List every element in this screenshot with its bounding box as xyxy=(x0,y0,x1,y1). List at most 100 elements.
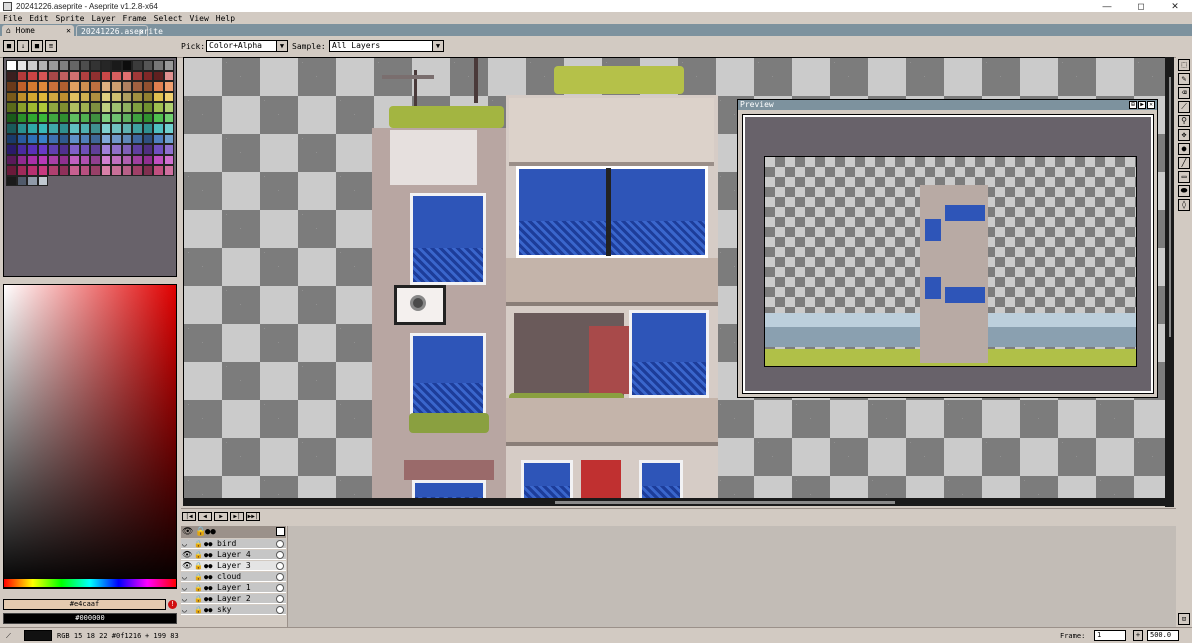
palette-swatch[interactable] xyxy=(100,133,111,144)
pencil-tool-icon[interactable]: ✎ xyxy=(1178,73,1190,85)
palette-swatch[interactable] xyxy=(69,133,80,144)
menu-view[interactable]: View xyxy=(190,14,209,23)
eye-closed-icon[interactable]: ◡ xyxy=(182,539,187,549)
palette-swatch[interactable] xyxy=(48,133,59,144)
menu-edit[interactable]: Edit xyxy=(29,14,48,23)
palette-swatch[interactable] xyxy=(37,102,48,113)
palette-swatch[interactable] xyxy=(100,144,111,155)
palette-swatch[interactable] xyxy=(16,144,27,155)
palette-swatch[interactable] xyxy=(153,165,164,176)
continuous-icon[interactable]: ●● xyxy=(204,572,212,582)
lock-icon[interactable]: 🔒 xyxy=(194,572,203,582)
palette-swatch[interactable] xyxy=(111,123,122,134)
palette-swatch[interactable] xyxy=(163,60,174,71)
palette-swatch[interactable] xyxy=(111,112,122,123)
cel-icon[interactable] xyxy=(276,551,284,559)
lock-icon[interactable]: 🔒 xyxy=(194,539,203,549)
scroll-thumb[interactable] xyxy=(555,501,895,504)
lock-icon[interactable]: 🔒 xyxy=(194,583,203,593)
fill-tool-icon[interactable]: ● xyxy=(1178,143,1190,155)
palette-swatch[interactable] xyxy=(100,81,111,92)
palette-swatch[interactable] xyxy=(121,70,132,81)
palette-swatch[interactable] xyxy=(111,60,122,71)
preview-play-button[interactable]: ▶ xyxy=(1138,101,1146,109)
palette-swatch[interactable] xyxy=(121,112,132,123)
cel-icon[interactable] xyxy=(276,562,284,570)
palette-swatch[interactable] xyxy=(121,165,132,176)
palette-swatch[interactable] xyxy=(121,154,132,165)
palette-swatch[interactable] xyxy=(121,133,132,144)
palette-swatch[interactable] xyxy=(142,81,153,92)
palette-swatch[interactable] xyxy=(69,123,80,134)
marquee-tool-icon[interactable]: ⬚ xyxy=(1178,59,1190,71)
palette-swatch[interactable] xyxy=(69,102,80,113)
palette-swatch[interactable] xyxy=(132,60,143,71)
close-button[interactable]: ✕ xyxy=(1158,0,1192,12)
palette-swatch[interactable] xyxy=(58,165,69,176)
layer-row[interactable]: 👁 🔒 ●● Layer 3 xyxy=(181,561,286,571)
palette-swatch[interactable] xyxy=(6,123,17,134)
layer-row[interactable]: ◡ 🔒 ●● cloud xyxy=(181,572,286,582)
palette-swatch[interactable] xyxy=(111,91,122,102)
frame-input[interactable]: 1 xyxy=(1094,630,1126,641)
palette-swatch[interactable] xyxy=(79,102,90,113)
palette-swatch[interactable] xyxy=(163,165,174,176)
palette-swatch[interactable] xyxy=(142,91,153,102)
palette-swatch[interactable] xyxy=(100,123,111,134)
previous-frame-button[interactable]: ◀ xyxy=(198,512,212,521)
zoom-tool-icon[interactable]: ⚲ xyxy=(1178,115,1190,127)
palette-swatch[interactable] xyxy=(16,91,27,102)
palette-swatch[interactable] xyxy=(27,81,38,92)
lock-icon[interactable]: 🔒 xyxy=(194,594,203,604)
palette-swatch[interactable] xyxy=(6,91,17,102)
menu-layer[interactable]: Layer xyxy=(91,14,115,23)
continuous-icon[interactable]: ●● xyxy=(204,583,212,593)
vertical-scrollbar[interactable] xyxy=(1165,57,1174,507)
palette-swatch[interactable] xyxy=(163,91,174,102)
continuous-icon[interactable]: ●● xyxy=(204,594,212,604)
palette-swatch[interactable] xyxy=(58,112,69,123)
last-frame-button[interactable]: ▶▶| xyxy=(246,512,260,521)
palette-swatch[interactable] xyxy=(16,154,27,165)
minimize-button[interactable]: — xyxy=(1090,0,1124,12)
layer-row[interactable]: ◡ 🔒 ●● Layer 1 xyxy=(181,583,286,593)
palette-swatch[interactable] xyxy=(121,144,132,155)
sample-select[interactable]: All Layers ▼ xyxy=(329,40,444,52)
panel-toggle-icon[interactable]: ⊡ xyxy=(1178,613,1190,625)
palette-swatch[interactable] xyxy=(90,70,101,81)
palette-swatch[interactable] xyxy=(16,175,27,186)
palette-swatch[interactable] xyxy=(6,144,17,155)
continuous-icon[interactable]: ●● xyxy=(204,561,212,571)
palette-swatch[interactable] xyxy=(48,102,59,113)
horizontal-scrollbar[interactable] xyxy=(183,498,1174,506)
blur-tool-icon[interactable]: ◊ xyxy=(1178,199,1190,211)
palette-swatch[interactable] xyxy=(153,144,164,155)
menu-select[interactable]: Select xyxy=(154,14,183,23)
palette-swatch[interactable] xyxy=(69,112,80,123)
palette-swatch[interactable] xyxy=(16,70,27,81)
palette-swatch[interactable] xyxy=(142,70,153,81)
palette-swatch[interactable] xyxy=(153,70,164,81)
maximize-button[interactable]: ◻ xyxy=(1124,0,1158,12)
palette-swatch[interactable] xyxy=(100,102,111,113)
ellipse-tool-icon[interactable]: ⬬ xyxy=(1178,185,1190,197)
palette-swatch[interactable] xyxy=(58,91,69,102)
palette-swatch[interactable] xyxy=(132,70,143,81)
palette-swatch[interactable] xyxy=(79,154,90,165)
palette-swatch[interactable] xyxy=(100,112,111,123)
lock-icon[interactable]: 🔒 xyxy=(194,605,203,615)
palette-swatch[interactable] xyxy=(90,154,101,165)
palette-swatch[interactable] xyxy=(111,81,122,92)
cel-icon[interactable] xyxy=(276,595,284,603)
continuous-icon[interactable]: ●● xyxy=(204,550,212,560)
rectangle-tool-icon[interactable]: ▭ xyxy=(1178,171,1190,183)
palette-swatch[interactable] xyxy=(132,144,143,155)
layer-row[interactable]: ◡ 🔒 ●● bird xyxy=(181,539,286,549)
palette-swatch[interactable] xyxy=(27,175,38,186)
palette-swatch[interactable] xyxy=(163,133,174,144)
palette-swatch[interactable] xyxy=(58,154,69,165)
palette-swatch[interactable] xyxy=(90,133,101,144)
palette-swatch[interactable] xyxy=(90,81,101,92)
palette-swatch[interactable] xyxy=(48,144,59,155)
palette-swatch[interactable] xyxy=(100,60,111,71)
